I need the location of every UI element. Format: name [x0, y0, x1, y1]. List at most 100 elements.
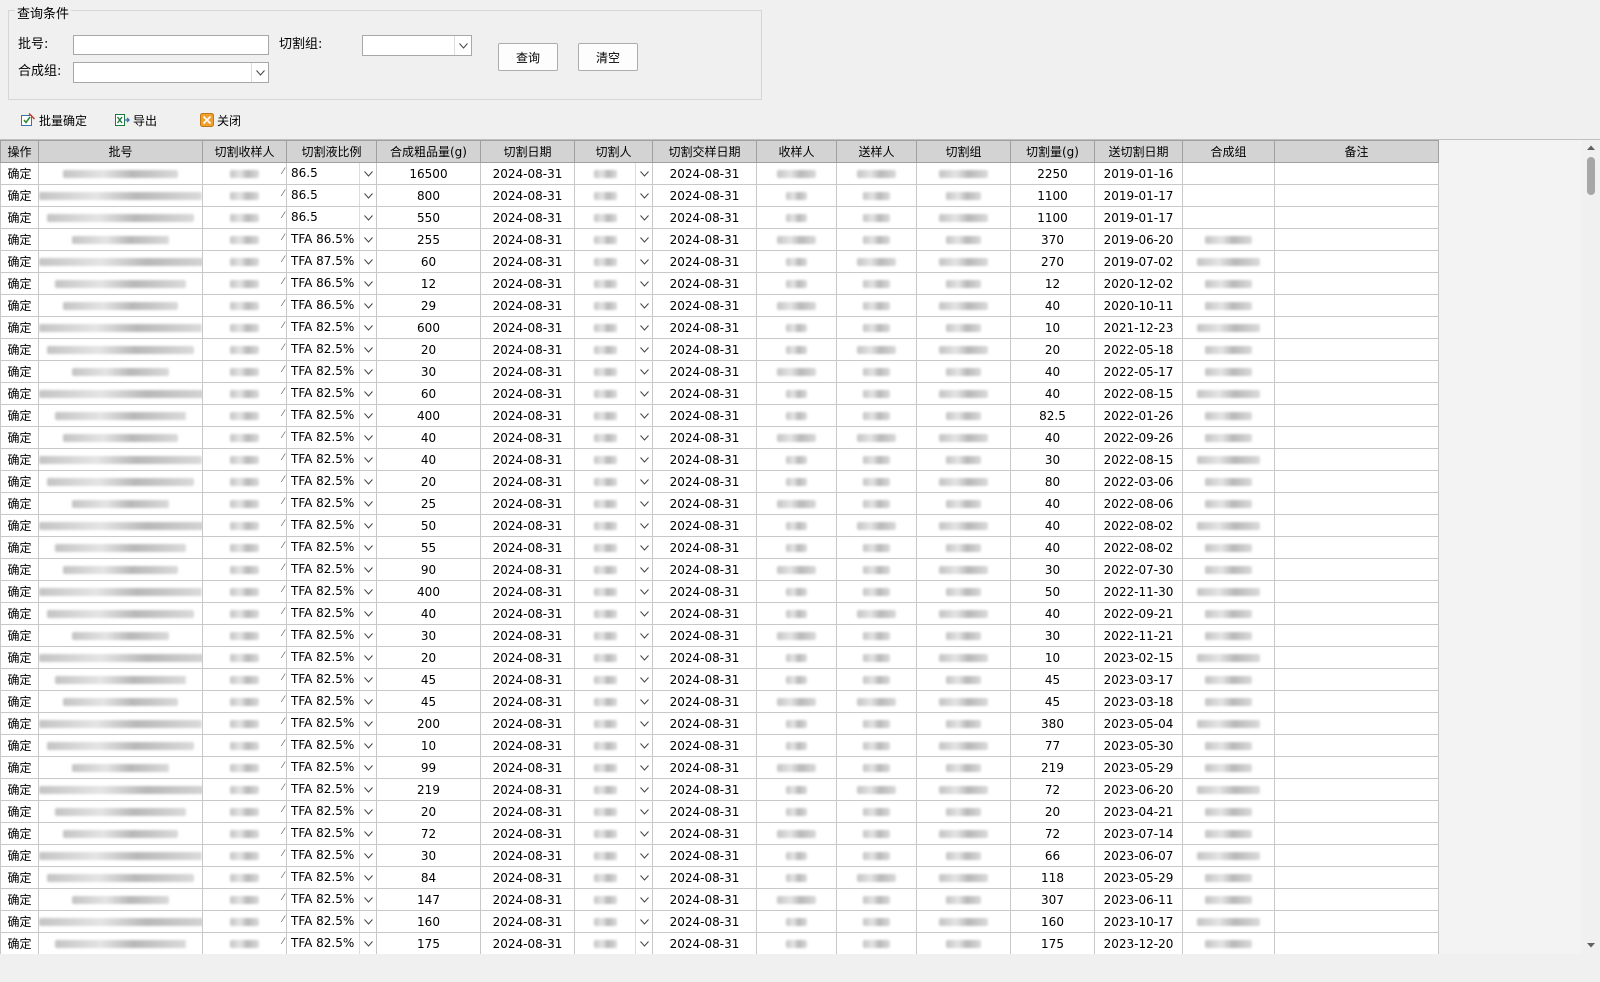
cut-receiver-cell[interactable]: ⁄	[202, 558, 287, 581]
confirm-link[interactable]: 确定	[0, 162, 39, 185]
chevron-down-icon[interactable]	[635, 515, 652, 536]
confirm-link[interactable]: 确定	[0, 206, 39, 229]
cut-ratio-select[interactable]: TFA 86.5%	[286, 272, 377, 295]
cut-ratio-select[interactable]: TFA 82.5%	[286, 514, 377, 537]
cut-receiver-cell[interactable]: ⁄	[202, 250, 287, 273]
remark-cell[interactable]	[1274, 184, 1439, 207]
column-header[interactable]: 合成粗品量(g)	[376, 140, 481, 163]
chevron-down-icon[interactable]	[359, 339, 376, 360]
remark-cell[interactable]	[1274, 756, 1439, 779]
cutter-select[interactable]	[574, 734, 653, 757]
column-header[interactable]: 切割人	[574, 140, 653, 163]
confirm-link[interactable]: 确定	[0, 668, 39, 691]
remark-cell[interactable]	[1274, 206, 1439, 229]
confirm-link[interactable]: 确定	[0, 580, 39, 603]
column-header[interactable]: 切割量(g)	[1010, 140, 1095, 163]
column-header[interactable]: 操作	[0, 140, 39, 163]
cutter-select[interactable]	[574, 228, 653, 251]
column-header[interactable]: 合成组	[1182, 140, 1275, 163]
cut-receiver-cell[interactable]: ⁄	[202, 646, 287, 669]
remark-cell[interactable]	[1274, 514, 1439, 537]
table-row[interactable]: 确定 ⁄ TFA 82.5% 20 2024-08-31 2024-08-31 80 2022…	[0, 470, 1439, 493]
chevron-down-icon[interactable]	[635, 603, 652, 624]
cut-ratio-select[interactable]: TFA 82.5%	[286, 426, 377, 449]
confirm-link[interactable]: 确定	[0, 866, 39, 889]
chevron-down-icon[interactable]	[635, 801, 652, 822]
remark-cell[interactable]	[1274, 338, 1439, 361]
chevron-down-icon[interactable]	[359, 669, 376, 690]
remark-cell[interactable]	[1274, 448, 1439, 471]
chevron-down-icon[interactable]	[635, 163, 652, 184]
remark-cell[interactable]	[1274, 602, 1439, 625]
chevron-down-icon[interactable]	[635, 669, 652, 690]
cut-ratio-select[interactable]: TFA 82.5%	[286, 888, 377, 911]
cut-ratio-select[interactable]: TFA 82.5%	[286, 646, 377, 669]
chevron-down-icon[interactable]	[359, 295, 376, 316]
chevron-down-icon[interactable]	[359, 361, 376, 382]
column-header[interactable]: 收样人	[756, 140, 837, 163]
remark-cell[interactable]	[1274, 888, 1439, 911]
cut-receiver-cell[interactable]: ⁄	[202, 734, 287, 757]
cut-ratio-select[interactable]: TFA 82.5%	[286, 866, 377, 889]
cut-ratio-select[interactable]: TFA 82.5%	[286, 338, 377, 361]
confirm-link[interactable]: 确定	[0, 184, 39, 207]
cut-ratio-select[interactable]: 86.5	[286, 206, 377, 229]
cutter-select[interactable]	[574, 668, 653, 691]
chevron-down-icon[interactable]	[635, 537, 652, 558]
remark-cell[interactable]	[1274, 426, 1439, 449]
cutter-select[interactable]	[574, 536, 653, 559]
table-row[interactable]: 确定 ⁄ TFA 82.5% 60 2024-08-31 2024-08-31 40 2022…	[0, 382, 1439, 405]
table-row[interactable]: 确定 ⁄ TFA 86.5% 255 2024-08-31 2024-08-31 370 20…	[0, 228, 1439, 251]
confirm-link[interactable]: 确定	[0, 844, 39, 867]
batch-input[interactable]	[73, 35, 269, 55]
confirm-link[interactable]: 确定	[0, 492, 39, 515]
remark-cell[interactable]	[1274, 646, 1439, 669]
confirm-link[interactable]: 确定	[0, 690, 39, 713]
confirm-link[interactable]: 确定	[0, 448, 39, 471]
table-row[interactable]: 确定 ⁄ TFA 86.5% 12 2024-08-31 2024-08-31 12 2020…	[0, 272, 1439, 295]
confirm-link[interactable]: 确定	[0, 778, 39, 801]
remark-cell[interactable]	[1274, 316, 1439, 339]
table-row[interactable]: 确定 ⁄ 86.5 800 2024-08-31 2024-08-31 1100 2019-0…	[0, 184, 1439, 207]
chevron-down-icon[interactable]	[359, 317, 376, 338]
chevron-down-icon[interactable]	[635, 647, 652, 668]
cut-receiver-cell[interactable]: ⁄	[202, 866, 287, 889]
cut-ratio-select[interactable]: TFA 82.5%	[286, 404, 377, 427]
confirm-link[interactable]: 确定	[0, 756, 39, 779]
chevron-down-icon[interactable]	[359, 229, 376, 250]
chevron-down-icon[interactable]	[359, 405, 376, 426]
confirm-link[interactable]: 确定	[0, 822, 39, 845]
chevron-down-icon[interactable]	[635, 317, 652, 338]
table-row[interactable]: 确定 ⁄ TFA 82.5% 40 2024-08-31 2024-08-31 40 2022…	[0, 426, 1439, 449]
column-header[interactable]: 切割收样人	[202, 140, 287, 163]
chevron-down-icon[interactable]	[359, 713, 376, 734]
cut-ratio-select[interactable]: TFA 82.5%	[286, 316, 377, 339]
table-row[interactable]: 确定 ⁄ TFA 82.5% 30 2024-08-31 2024-08-31 30 2022…	[0, 624, 1439, 647]
cut-receiver-cell[interactable]: ⁄	[202, 360, 287, 383]
chevron-down-icon[interactable]	[359, 647, 376, 668]
chevron-down-icon[interactable]	[454, 36, 471, 55]
chevron-down-icon[interactable]	[635, 449, 652, 470]
remark-cell[interactable]	[1274, 228, 1439, 251]
confirm-link[interactable]: 确定	[0, 712, 39, 735]
cutter-select[interactable]	[574, 624, 653, 647]
cutter-select[interactable]	[574, 162, 653, 185]
remark-cell[interactable]	[1274, 580, 1439, 603]
confirm-link[interactable]: 确定	[0, 316, 39, 339]
remark-cell[interactable]	[1274, 668, 1439, 691]
confirm-link[interactable]: 确定	[0, 360, 39, 383]
cutter-select[interactable]	[574, 558, 653, 581]
remark-cell[interactable]	[1274, 250, 1439, 273]
table-row[interactable]: 确定 ⁄ 86.5 550 2024-08-31 2024-08-31 1100 2019-0…	[0, 206, 1439, 229]
table-row[interactable]: 确定 ⁄ TFA 82.5% 40 2024-08-31 2024-08-31 30 2022…	[0, 448, 1439, 471]
cutter-select[interactable]	[574, 690, 653, 713]
cutter-select[interactable]	[574, 602, 653, 625]
remark-cell[interactable]	[1274, 800, 1439, 823]
remark-cell[interactable]	[1274, 690, 1439, 713]
table-row[interactable]: 确定 ⁄ TFA 82.5% 20 2024-08-31 2024-08-31 20 2023…	[0, 800, 1439, 823]
cutter-select[interactable]	[574, 404, 653, 427]
cutter-select[interactable]	[574, 206, 653, 229]
table-row[interactable]: 确定 ⁄ TFA 82.5% 30 2024-08-31 2024-08-31 40 2022…	[0, 360, 1439, 383]
confirm-link[interactable]: 确定	[0, 602, 39, 625]
chevron-down-icon[interactable]	[635, 339, 652, 360]
